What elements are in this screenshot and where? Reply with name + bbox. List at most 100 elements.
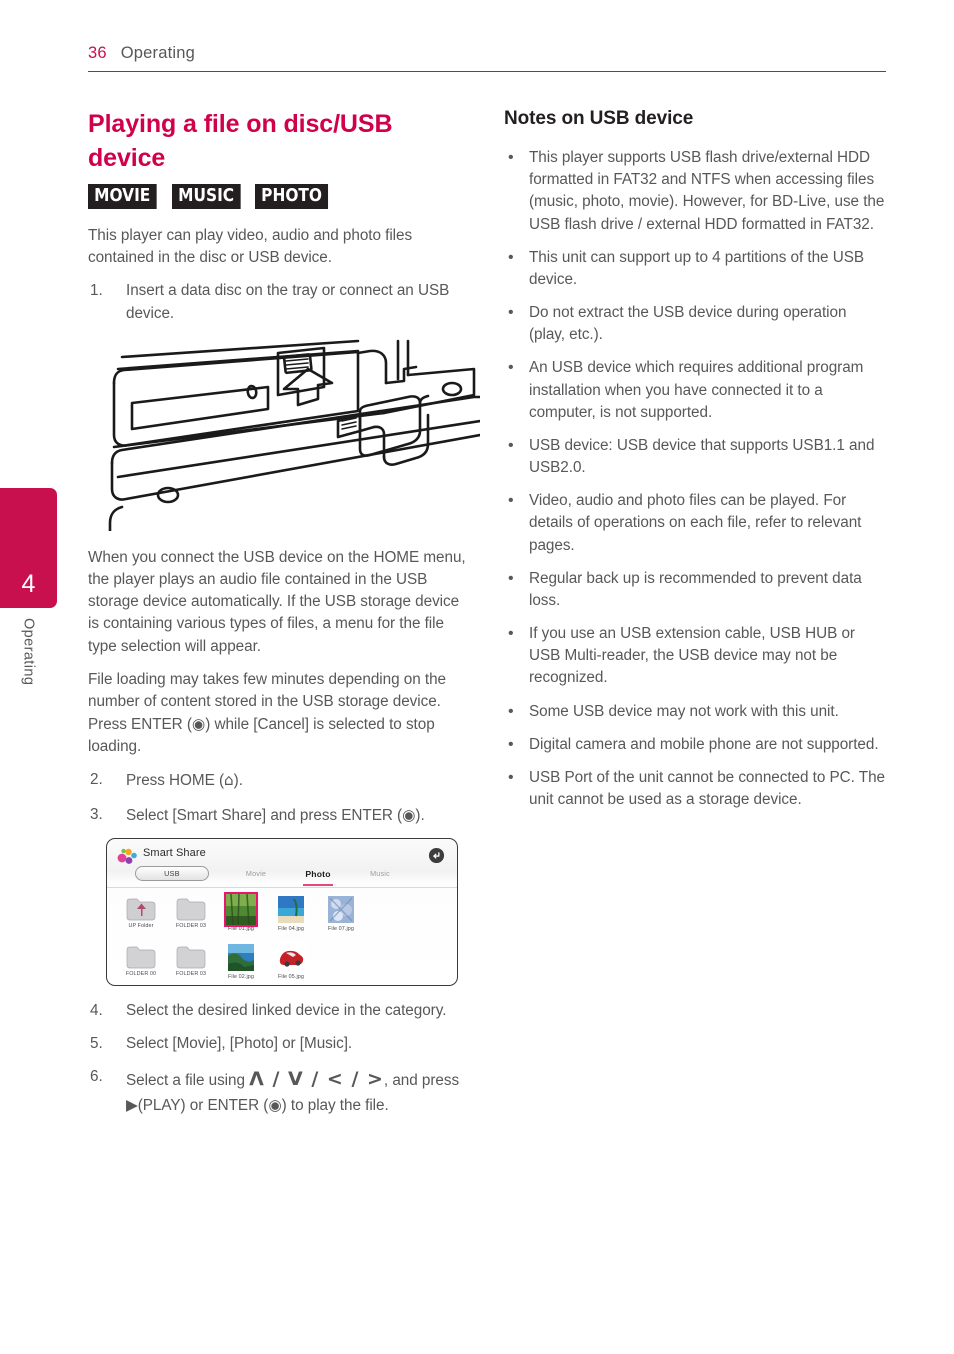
badge-music: MUSIC bbox=[171, 184, 241, 210]
smart-share-window: Smart Share USB Movie Photo Music UP Fol… bbox=[106, 837, 458, 986]
up-folder-icon bbox=[126, 897, 156, 921]
badge-photo: PHOTO bbox=[255, 184, 329, 210]
grid-item-empty bbox=[417, 940, 457, 985]
smart-share-tabs: Movie Photo Music bbox=[225, 866, 411, 886]
step-2-text-a: Press HOME ( bbox=[126, 772, 224, 790]
home-icon: ⌂ bbox=[224, 771, 234, 790]
enter-icon: ◉ bbox=[402, 805, 416, 824]
grid-item[interactable]: File 02.jpg bbox=[217, 940, 265, 985]
smart-share-title: Smart Share bbox=[143, 846, 206, 859]
photo-thumbnail bbox=[326, 893, 356, 925]
step-3-number: 3. bbox=[90, 805, 103, 823]
badge-movie: MOVIE bbox=[88, 184, 157, 210]
step-6: 6. Select a file using Λ / V / < / >, an… bbox=[88, 1066, 468, 1117]
step-6-text-a: Select a file using bbox=[126, 1072, 250, 1090]
note-item: Digital camera and mobile phone are not … bbox=[504, 733, 886, 756]
intro-paragraph: This player can play video, audio and ph… bbox=[88, 227, 413, 267]
tab-photo[interactable]: Photo bbox=[287, 866, 349, 886]
smart-share-logo-icon bbox=[117, 848, 137, 864]
usb-insertion-illustration bbox=[108, 339, 482, 533]
grid-item[interactable]: FOLDER 03 bbox=[167, 892, 215, 938]
chapter-tab-label: Operating bbox=[0, 608, 57, 758]
step-3-text-b: ). bbox=[415, 806, 425, 824]
header-section-label: Operating bbox=[120, 44, 196, 62]
right-column: Notes on USB device This player supports… bbox=[504, 108, 886, 822]
media-badges: MOVIE MUSIC PHOTO bbox=[88, 184, 468, 210]
grid-item[interactable]: File 07.jpg bbox=[317, 892, 365, 938]
grid-item[interactable]: File 05.jpg bbox=[267, 940, 315, 985]
step-5-text: Select [Movie], [Photo] or [Music]. bbox=[126, 1034, 353, 1052]
step-6-play-text: ▶(PLAY) or ENTER ( bbox=[126, 1096, 269, 1114]
tab-music[interactable]: Music bbox=[349, 866, 411, 883]
step-1-number: 1. bbox=[90, 282, 103, 300]
note-item: This player supports USB flash drive/ext… bbox=[504, 146, 886, 236]
grid-item[interactable]: FOLDER 00 bbox=[117, 940, 165, 985]
step-4-number: 4. bbox=[90, 1001, 103, 1019]
note-item: Some USB device may not work with this u… bbox=[504, 700, 886, 723]
step-1-text: Insert a data disc on the tray or connec… bbox=[126, 282, 450, 322]
note-item: Video, audio and photo files can be play… bbox=[504, 489, 886, 557]
exit-icon[interactable] bbox=[428, 847, 445, 864]
grid-item-empty bbox=[417, 892, 457, 938]
folder-icon bbox=[176, 897, 206, 921]
grid-item-label: File 01.jpg bbox=[228, 925, 254, 932]
grid-item-label: File 04.jpg bbox=[278, 925, 304, 932]
page-header: 36 Operating bbox=[88, 44, 886, 72]
step-6-text-b: , and press bbox=[383, 1072, 460, 1090]
step-1: 1. Insert a data disc on the tray or con… bbox=[88, 280, 468, 324]
note-item: Do not extract the USB device during ope… bbox=[504, 301, 886, 346]
chapter-label-text: Operating bbox=[20, 618, 37, 686]
note-item: If you use an USB extension cable, USB H… bbox=[504, 622, 886, 690]
photo-thumbnail bbox=[224, 891, 258, 927]
page-title: Playing a file on disc/USB device bbox=[88, 110, 393, 172]
chapter-tab: 4 bbox=[0, 488, 57, 608]
grid-item-label: FOLDER 00 bbox=[125, 970, 157, 977]
smart-share-screenshot: Smart Share USB Movie Photo Music UP Fol… bbox=[106, 837, 468, 986]
grid-item-label: UP Folder bbox=[128, 922, 154, 929]
left-column: Playing a file on disc/USB device MOVIE … bbox=[88, 108, 482, 1128]
header-rule bbox=[88, 71, 886, 72]
device-chip-usb[interactable]: USB bbox=[135, 865, 209, 881]
note-item: This unit can support up to 4 partitions… bbox=[504, 246, 886, 291]
direction-arrows-icon: Λ / V / < / > bbox=[249, 1068, 384, 1091]
notes-title: Notes on USB device bbox=[504, 108, 694, 129]
step-5-number: 5. bbox=[90, 1034, 103, 1052]
steps-list-mid: 2. Press HOME (⌂). 3. Select [Smart Shar… bbox=[88, 769, 468, 826]
notes-list: This player supports USB flash drive/ext… bbox=[504, 146, 886, 811]
grid-item-label: FOLDER 03 bbox=[175, 970, 207, 977]
manual-page: 36 Operating 4 Operating Playing a file … bbox=[0, 0, 954, 1354]
step-2-text-b: ). bbox=[233, 772, 243, 790]
photo-thumbnail bbox=[276, 941, 306, 973]
enter-icon: ◉ bbox=[268, 1095, 282, 1114]
step-2-number: 2. bbox=[90, 771, 103, 789]
step-4-text: Select the desired linked device in the … bbox=[126, 1001, 447, 1019]
grid-item-label: FOLDER 03 bbox=[175, 922, 207, 929]
step-3-text-a: Select [Smart Share] and press ENTER ( bbox=[126, 806, 403, 824]
tab-movie[interactable]: Movie bbox=[225, 866, 287, 883]
steps-list-top: 1. Insert a data disc on the tray or con… bbox=[88, 280, 468, 324]
file-loading-paragraph: File loading may takes few minutes depen… bbox=[88, 669, 468, 759]
photo-thumbnail bbox=[226, 941, 256, 973]
step-6-number: 6. bbox=[90, 1068, 103, 1086]
grid-item-empty bbox=[367, 940, 415, 985]
folder-icon bbox=[126, 945, 156, 969]
chapter-number: 4 bbox=[21, 570, 36, 598]
step-4: 4. Select the desired linked device in t… bbox=[88, 1000, 468, 1022]
grid-item[interactable]: UP Folder bbox=[117, 892, 165, 938]
step-5: 5. Select [Movie], [Photo] or [Music]. bbox=[88, 1033, 468, 1055]
grid-item[interactable]: File 04.jpg bbox=[267, 892, 315, 938]
grid-item-selected[interactable]: File 01.jpg bbox=[217, 891, 265, 938]
step-3: 3. Select [Smart Share] and press ENTER … bbox=[88, 804, 468, 827]
grid-item-empty bbox=[367, 892, 415, 938]
step-2: 2. Press HOME (⌂). bbox=[88, 769, 468, 792]
note-item: USB device: USB device that supports USB… bbox=[504, 434, 886, 479]
titlebar-divider bbox=[107, 886, 457, 888]
note-item: Regular back up is recommended to preven… bbox=[504, 567, 886, 612]
grid-item[interactable]: FOLDER 03 bbox=[167, 940, 215, 985]
enter-icon: ◉ bbox=[191, 715, 206, 734]
smart-share-titlebar: Smart Share USB Movie Photo Music bbox=[107, 839, 457, 887]
steps-list-bottom: 4. Select the desired linked device in t… bbox=[88, 1000, 468, 1117]
home-menu-paragraph: When you connect the USB device on the H… bbox=[88, 548, 466, 655]
page-number: 36 bbox=[88, 44, 107, 62]
note-item: USB Port of the unit cannot be connected… bbox=[504, 766, 886, 811]
